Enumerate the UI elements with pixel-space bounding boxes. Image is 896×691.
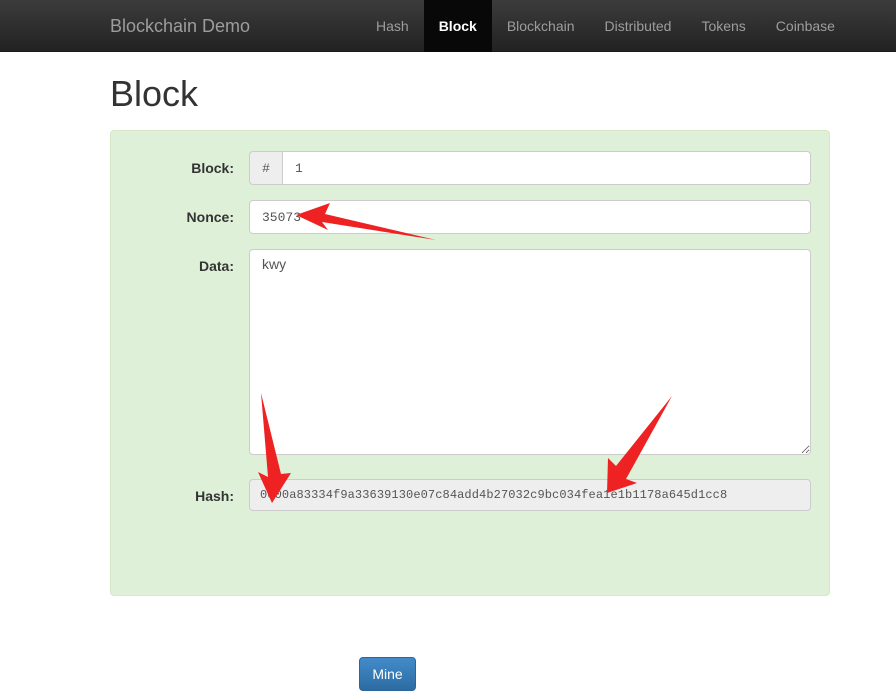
hash-output-input[interactable] xyxy=(249,479,811,511)
nav-item-blockchain[interactable]: Blockchain xyxy=(492,0,590,52)
data-textarea-wrap xyxy=(249,249,811,460)
block-form-panel: Block: # Nonce: Data: Hash: Mine xyxy=(110,130,830,691)
data-field-label: Data: xyxy=(198,258,234,274)
nav-item-coinbase[interactable]: Coinbase xyxy=(761,0,850,52)
navbar-brand[interactable]: Blockchain Demo xyxy=(110,0,250,52)
navbar: Blockchain Demo Hash Block Blockchain Di… xyxy=(0,0,896,52)
hash-sign-icon: # xyxy=(249,151,282,185)
hash-input-wrap xyxy=(249,479,811,511)
nav-item-block[interactable]: Block xyxy=(423,0,492,52)
page-title: Block xyxy=(110,73,199,114)
nonce-field-label: Nonce: xyxy=(186,209,234,225)
block-input-group: # xyxy=(249,151,811,185)
block-input-group-wrap: # xyxy=(249,151,811,185)
navbar-nav: Hash Block Blockchain Distributed Tokens… xyxy=(361,0,850,52)
nonce-input-wrap xyxy=(249,200,811,234)
hash-field-label: Hash: xyxy=(195,488,234,504)
block-field-label: Block: xyxy=(191,160,234,176)
nav-item-distributed[interactable]: Distributed xyxy=(590,0,687,52)
data-textarea[interactable] xyxy=(249,249,811,455)
mine-button[interactable]: Mine xyxy=(359,657,416,691)
nav-item-tokens[interactable]: Tokens xyxy=(686,0,760,52)
nav-item-hash[interactable]: Hash xyxy=(361,0,424,52)
nonce-input[interactable] xyxy=(249,200,811,234)
block-number-input[interactable] xyxy=(282,151,811,185)
